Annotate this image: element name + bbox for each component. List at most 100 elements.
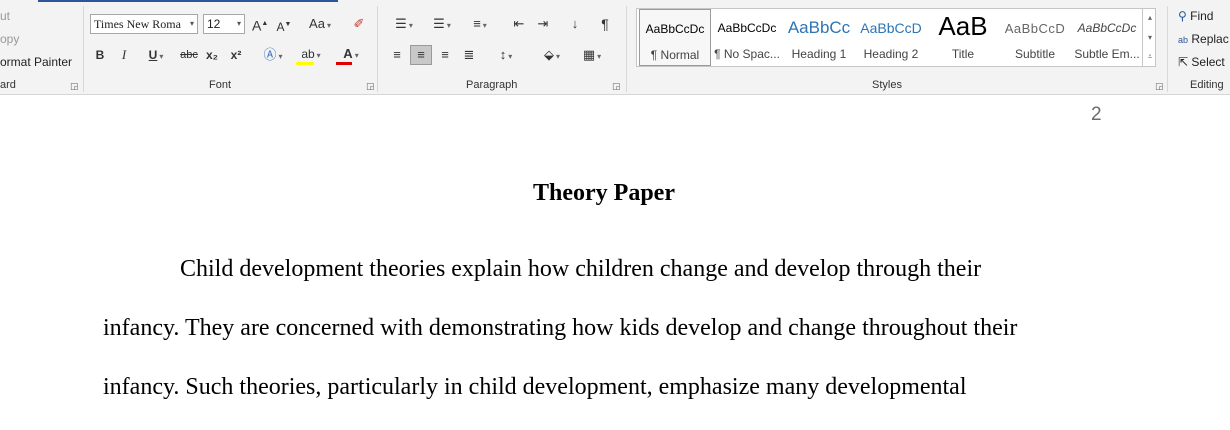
style-name: ¶ Normal [650, 48, 700, 62]
font-size-combobox[interactable]: 12 ▾ [203, 14, 245, 34]
increase-indent-button[interactable]: ⇥ [534, 15, 552, 33]
highlight-color-swatch [296, 62, 314, 65]
group-separator [1167, 6, 1168, 92]
group-separator [377, 6, 378, 92]
align-left-button[interactable]: ≡ [388, 46, 406, 64]
strikethrough-button[interactable]: abc [178, 46, 200, 64]
font-name-combobox[interactable]: Times New Roma ▾ [90, 14, 198, 34]
ribbon: ut opy ormat Painter ard ◲ Times New Rom… [0, 0, 1230, 95]
eraser-icon: ✐ [353, 16, 365, 31]
strikethrough-icon: abc [180, 49, 198, 61]
show-formatting-button[interactable]: ¶ [596, 15, 614, 33]
styles-gallery: AaBbCcDc ¶ Normal AaBbCcDc ¶ No Spac... … [636, 8, 1156, 67]
pilcrow-icon: ¶ [601, 16, 609, 32]
cut-label: ut [0, 9, 11, 23]
line-spacing-icon: ↕ [499, 47, 507, 62]
chevron-down-icon: ▾ [189, 19, 194, 28]
style-subtle-emphasis[interactable]: AaBbCcDc Subtle Em... [1071, 9, 1143, 66]
style-name: Subtitle [1014, 47, 1056, 61]
bullets-button[interactable]: ☰ ▾ [388, 15, 420, 35]
italic-button[interactable]: I [117, 46, 131, 64]
chevron-down-icon: ▾ [236, 19, 241, 28]
find-label: Find [1190, 9, 1214, 23]
body-line-2: infancy. They are concerned with demonst… [103, 315, 1018, 341]
bold-button[interactable]: B [93, 46, 107, 64]
shrink-font-button[interactable]: A▼ [276, 16, 292, 36]
style-preview: AaBbCcDc [645, 22, 705, 36]
styles-more-icon[interactable]: ⩡ [1144, 47, 1156, 66]
font-launcher-icon[interactable]: ◲ [366, 82, 375, 91]
magnifier-icon: ⚲ [1178, 9, 1187, 23]
find-button[interactable]: ⚲ Find [1178, 9, 1213, 23]
multilevel-list-button[interactable]: ≡ ▾ [464, 15, 496, 35]
style-title[interactable]: AaB Title [927, 9, 999, 66]
style-name: Title [951, 47, 975, 61]
styles-scroll: ▴ ▾ ⩡ [1142, 8, 1156, 67]
numbering-button[interactable]: ☰ ▾ [426, 15, 458, 35]
group-separator [83, 6, 84, 92]
style-heading-2[interactable]: AaBbCcD Heading 2 [855, 9, 927, 66]
justify-button[interactable]: ≣ [460, 46, 478, 64]
bold-icon: B [95, 48, 105, 62]
justify-icon: ≣ [463, 47, 475, 62]
replace-button[interactable]: ab Replac [1178, 32, 1229, 46]
style-normal[interactable]: AaBbCcDc ¶ Normal [639, 9, 711, 66]
align-right-button[interactable]: ≡ [436, 46, 454, 64]
clipboard-launcher-icon[interactable]: ◲ [70, 82, 79, 91]
select-button[interactable]: ⇱ Select [1178, 55, 1225, 69]
style-name: ¶ No Spac... [714, 47, 780, 61]
align-right-icon: ≡ [441, 47, 449, 62]
grow-font-icon: A [252, 17, 262, 34]
cut-button[interactable]: ut [0, 9, 10, 23]
subscript-icon: x₂ [205, 48, 218, 62]
numbered-list-icon: ☰ [433, 16, 445, 31]
clipboard-group-label: ard [0, 79, 16, 91]
styles-launcher-icon[interactable]: ◲ [1155, 82, 1164, 91]
underline-icon: U [148, 48, 158, 62]
style-preview: AaBbCcD [860, 20, 922, 36]
superscript-icon: x² [230, 48, 242, 62]
style-preview: AaBbCc [787, 18, 851, 37]
decrease-indent-button[interactable]: ⇤ [510, 15, 528, 33]
change-case-button[interactable]: Aa ▾ [304, 15, 336, 35]
sort-button[interactable]: ↓ [566, 15, 584, 33]
font-color-button[interactable]: A ▾ [336, 45, 366, 65]
superscript-button[interactable]: x² [228, 46, 244, 64]
paragraph-launcher-icon[interactable]: ◲ [612, 82, 621, 91]
group-separator [626, 6, 627, 92]
styles-group-label: Styles [872, 79, 902, 91]
cursor-arrow-icon: ⇱ [1178, 55, 1189, 69]
subscript-button[interactable]: x₂ [204, 46, 220, 64]
paint-bucket-icon: ⬙ [543, 47, 554, 62]
shading-button[interactable]: ⬙ ▾ [536, 46, 568, 66]
underline-button[interactable]: U ▾ [140, 46, 172, 66]
text-effects-button[interactable]: Ⓐ ▾ [258, 46, 288, 66]
page-number: 2 [1091, 104, 1102, 125]
change-case-icon: Aa [309, 16, 325, 31]
clear-formatting-button[interactable]: ✐ [350, 15, 368, 33]
borders-button[interactable]: ▦ ▾ [576, 46, 608, 66]
copy-button[interactable]: opy [0, 32, 19, 46]
style-preview: AaB [938, 11, 988, 41]
styles-scroll-down-icon[interactable]: ▾ [1144, 28, 1156, 47]
style-name: Heading 2 [863, 47, 919, 61]
highlighter-icon: ab [301, 47, 315, 61]
copy-label: opy [0, 32, 20, 46]
style-preview: AaBbCcDc [1077, 21, 1137, 35]
styles-scroll-up-icon[interactable]: ▴ [1144, 8, 1156, 27]
borders-icon: ▦ [582, 47, 596, 62]
editing-group-label: Editing [1190, 79, 1224, 91]
format-painter-button[interactable]: ormat Painter [0, 55, 72, 69]
grow-font-button[interactable]: A▲ [252, 15, 268, 35]
style-name: Heading 1 [791, 47, 847, 61]
shrink-font-icon: A [276, 20, 285, 34]
align-center-button[interactable]: ≡ [410, 45, 432, 65]
increase-indent-icon: ⇥ [537, 16, 549, 31]
style-no-spacing[interactable]: AaBbCcDc ¶ No Spac... [711, 9, 783, 66]
style-subtitle[interactable]: AaBbCcD Subtitle [999, 9, 1071, 66]
line-spacing-button[interactable]: ↕ ▾ [490, 46, 522, 66]
font-name-value: Times New Roma [94, 17, 181, 31]
replace-icon: ab [1178, 35, 1189, 45]
style-heading-1[interactable]: AaBbCc Heading 1 [783, 9, 855, 66]
highlight-color-button[interactable]: ab ▾ [296, 45, 326, 65]
